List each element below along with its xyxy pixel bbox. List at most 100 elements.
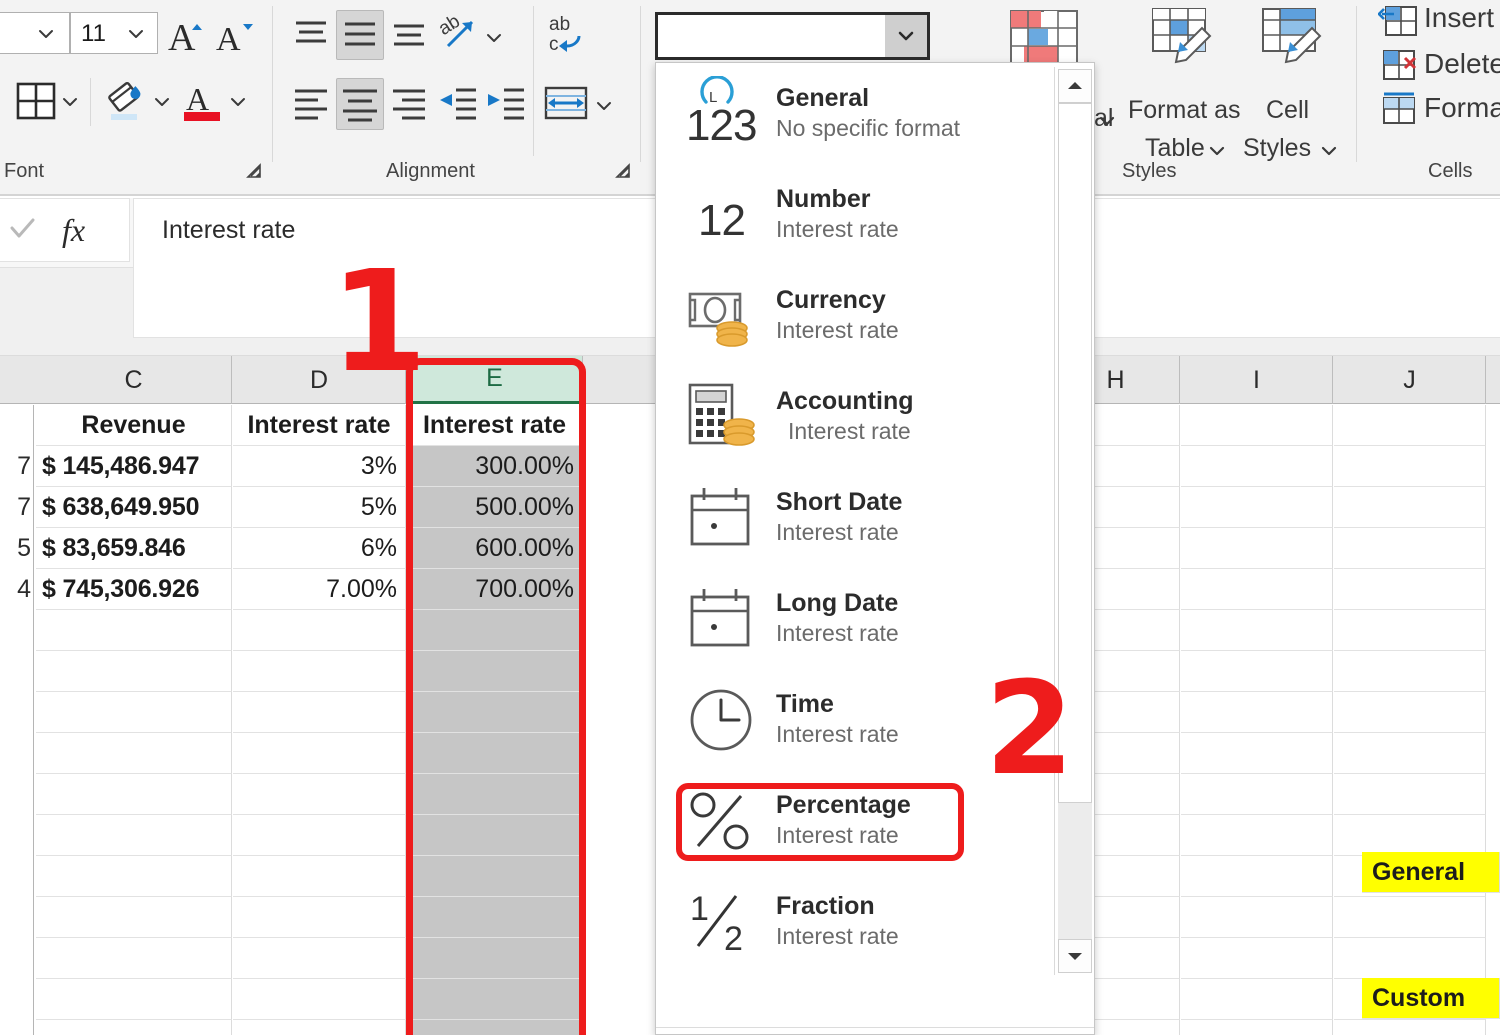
dropdown-item-currency[interactable]: Currency Interest rate: [656, 265, 1054, 366]
cell-empty-j-13[interactable]: [1334, 938, 1486, 979]
conditional-formatting-chevron-down-icon[interactable]: [1096, 110, 1116, 130]
dropdown-item-number[interactable]: 12 Number Interest rate: [656, 164, 1054, 265]
row-header[interactable]: [0, 405, 34, 446]
cell-empty-i-6[interactable]: [1181, 651, 1333, 692]
orientation-chevron-down-icon[interactable]: [484, 28, 504, 48]
cell-empty-i-15[interactable]: [1181, 1020, 1333, 1035]
align-center-icon[interactable]: [336, 78, 384, 130]
row-header[interactable]: [0, 856, 34, 897]
cell-empty-d-13[interactable]: [233, 938, 406, 979]
borders-chevron-down-icon[interactable]: [60, 92, 80, 112]
row-header[interactable]: 7: [0, 446, 34, 487]
cell-empty-c-13[interactable]: [36, 938, 232, 979]
row-header[interactable]: 5: [0, 528, 34, 569]
font-color-chevron-down-icon[interactable]: [228, 92, 248, 112]
cell-highlighted-0[interactable]: General: [1362, 852, 1500, 893]
cell-empty-d-6[interactable]: [233, 651, 406, 692]
row-header[interactable]: [0, 979, 34, 1020]
font-name-chevron-down-icon[interactable]: [36, 24, 56, 44]
delete-cells-label[interactable]: Delete: [1424, 48, 1500, 80]
column-header-j[interactable]: J: [1334, 356, 1486, 404]
cell-e-1[interactable]: 500.00%: [407, 487, 583, 528]
row-header[interactable]: 7: [0, 487, 34, 528]
font-size-chevron-down-icon[interactable]: [126, 24, 146, 44]
decrease-font-size-icon[interactable]: A: [214, 14, 258, 56]
format-cells-icon[interactable]: [1378, 90, 1420, 128]
cell-empty-c-9[interactable]: [36, 774, 232, 815]
row-header[interactable]: [0, 938, 34, 979]
cell-d-2[interactable]: 6%: [233, 528, 406, 569]
cell-e-header[interactable]: Interest rate: [407, 405, 583, 446]
cell-empty-i-1[interactable]: [1181, 446, 1333, 487]
cell-empty-c-8[interactable]: [36, 733, 232, 774]
cell-empty-d-7[interactable]: [233, 692, 406, 733]
cell-empty-d-8[interactable]: [233, 733, 406, 774]
row-header[interactable]: [0, 897, 34, 938]
cell-c-2[interactable]: $ 83,659.846: [36, 528, 232, 569]
cell-empty-e-12[interactable]: [407, 897, 583, 938]
insert-cells-label[interactable]: Insert: [1424, 2, 1494, 34]
column-header-i[interactable]: I: [1181, 356, 1333, 404]
cell-empty-d-9[interactable]: [233, 774, 406, 815]
cell-d-3[interactable]: 7.00%: [233, 569, 406, 610]
cell-empty-e-13[interactable]: [407, 938, 583, 979]
borders-icon[interactable]: [14, 80, 58, 122]
dropdown-item-accounting[interactable]: Accounting Interest rate: [656, 366, 1054, 467]
cell-empty-e-10[interactable]: [407, 815, 583, 856]
cell-empty-c-14[interactable]: [36, 979, 232, 1020]
cell-empty-c-12[interactable]: [36, 897, 232, 938]
cell-empty-d-14[interactable]: [233, 979, 406, 1020]
font-color-icon[interactable]: A: [180, 78, 226, 124]
cell-empty-c-15[interactable]: [36, 1020, 232, 1035]
dropdown-item-short-date[interactable]: Short Date Interest rate: [656, 467, 1054, 568]
row-header[interactable]: [0, 651, 34, 692]
cell-d-0[interactable]: 3%: [233, 446, 406, 487]
cell-styles-chevron-down-icon[interactable]: [1318, 140, 1338, 160]
cell-empty-j-1[interactable]: [1334, 446, 1486, 487]
scroll-up-icon[interactable]: [1058, 69, 1092, 103]
font-name-box[interactable]: [0, 12, 70, 54]
cell-empty-e-5[interactable]: [407, 610, 583, 651]
cell-empty-d-12[interactable]: [233, 897, 406, 938]
cell-empty-i-9[interactable]: [1181, 774, 1333, 815]
cell-empty-e-14[interactable]: [407, 979, 583, 1020]
increase-indent-icon[interactable]: [484, 82, 528, 124]
align-left-icon[interactable]: [290, 82, 332, 124]
cell-d-1[interactable]: 5%: [233, 487, 406, 528]
cell-empty-c-7[interactable]: [36, 692, 232, 733]
cell-styles-icon[interactable]: [1260, 6, 1328, 68]
cell-d-header[interactable]: Interest rate: [233, 405, 406, 446]
increase-font-size-icon[interactable]: A: [166, 14, 210, 56]
row-header[interactable]: [0, 733, 34, 774]
decrease-indent-icon[interactable]: [436, 82, 480, 124]
cell-empty-c-5[interactable]: [36, 610, 232, 651]
cell-c-header[interactable]: Revenue: [36, 405, 232, 446]
cell-empty-j-0[interactable]: [1334, 405, 1486, 446]
column-header-e[interactable]: E: [407, 356, 583, 404]
orientation-icon[interactable]: ab: [438, 10, 486, 56]
number-format-combo[interactable]: [655, 12, 930, 60]
cell-empty-j-2[interactable]: [1334, 487, 1486, 528]
cell-empty-i-0[interactable]: [1181, 405, 1333, 446]
cell-empty-i-5[interactable]: [1181, 610, 1333, 651]
cell-empty-j-7[interactable]: [1334, 692, 1486, 733]
cell-empty-d-15[interactable]: [233, 1020, 406, 1035]
cell-empty-i-13[interactable]: [1181, 938, 1333, 979]
cell-highlighted-1[interactable]: Custom: [1362, 978, 1500, 1019]
number-format-chevron-down-icon[interactable]: [885, 15, 927, 57]
align-top-icon[interactable]: [290, 14, 332, 54]
merge-chevron-down-icon[interactable]: [594, 96, 614, 116]
cell-empty-d-11[interactable]: [233, 856, 406, 897]
row-header[interactable]: [0, 1020, 34, 1035]
font-settings-launcher[interactable]: [243, 160, 263, 180]
row-header[interactable]: [0, 692, 34, 733]
dropdown-item-long-date[interactable]: Long Date Interest rate: [656, 568, 1054, 669]
cell-empty-i-4[interactable]: [1181, 569, 1333, 610]
column-header-c[interactable]: C: [36, 356, 232, 404]
align-middle-icon[interactable]: [336, 10, 384, 60]
format-cells-label[interactable]: Format: [1424, 92, 1500, 124]
row-header[interactable]: [0, 774, 34, 815]
cell-empty-e-11[interactable]: [407, 856, 583, 897]
dropdown-item-fraction[interactable]: 1 2 Fraction Interest rate: [656, 871, 1054, 972]
conditional-formatting-icon[interactable]: [1008, 8, 1080, 70]
